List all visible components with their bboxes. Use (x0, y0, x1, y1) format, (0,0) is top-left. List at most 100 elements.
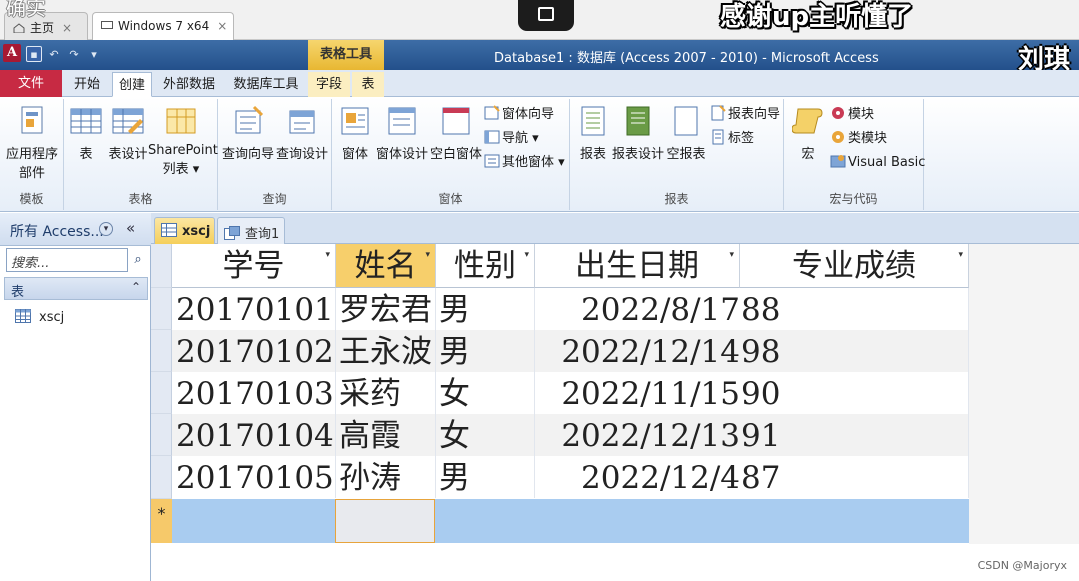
table-icon (70, 105, 102, 137)
chevron-down-icon[interactable]: ▾ (729, 250, 734, 260)
cell-zhuanyechengji[interactable]: 90 (741, 372, 969, 414)
nav-search-input[interactable]: 搜索... (6, 248, 128, 272)
column-header-zhuanyechengji[interactable]: 专业成绩 ▾ (740, 244, 969, 288)
cell-xingbie[interactable]: 男 (439, 456, 535, 498)
report-design-button[interactable]: 报表设计 (612, 105, 664, 162)
tab-home[interactable]: 开始 (62, 72, 112, 97)
cell-xingming[interactable]: 孙涛 (339, 456, 436, 498)
module-icon (830, 105, 846, 121)
tab-query1[interactable]: 查询1 (217, 217, 285, 244)
access-logo-icon[interactable]: A (3, 44, 21, 62)
undo-icon[interactable]: ↶ (46, 47, 62, 63)
column-header-xuehao[interactable]: 学号 ▾ (172, 244, 336, 288)
row-selector[interactable] (151, 288, 172, 330)
tab-table[interactable]: 表 (352, 72, 384, 97)
tab-fields[interactable]: 字段 (308, 72, 350, 97)
select-all-corner[interactable] (151, 244, 172, 288)
module-button[interactable]: 模块 (830, 105, 874, 125)
row-selector[interactable] (151, 414, 172, 456)
chevron-down-icon[interactable]: ▾ (425, 250, 430, 260)
cell-zhuanyechengji[interactable]: 88 (741, 288, 969, 330)
sharepoint-lists-button[interactable]: SharePoint 列表 ▾ (148, 105, 218, 177)
cell-zhuanyechengji[interactable]: 91 (741, 414, 969, 456)
tab-create[interactable]: 创建 (112, 72, 152, 97)
cell-xingming[interactable]: 采药 (339, 372, 436, 414)
chevron-down-icon[interactable]: ▾ (99, 222, 113, 236)
cell-xingbie[interactable]: 男 (439, 288, 535, 330)
table-design-button[interactable]: 表设计 (106, 105, 150, 162)
query-design-button[interactable]: 查询设计 (276, 105, 328, 162)
cell-chushengriqi[interactable]: 2022/12/13 (535, 414, 740, 456)
collapse-pane-icon[interactable]: « (126, 219, 135, 237)
column-header-xingming[interactable]: 姓名 ▾ (336, 244, 436, 288)
cell-chushengriqi[interactable]: 2022/12/14 (535, 330, 740, 372)
cell-chushengriqi[interactable]: 2022/11/15 (535, 372, 740, 414)
cell-xuehao[interactable]: 20170102 (176, 330, 336, 372)
new-record-active-cell[interactable] (335, 499, 435, 543)
query-wizard-button[interactable]: 查询向导 (222, 105, 274, 162)
cell-xingbie[interactable]: 女 (439, 414, 535, 456)
blank-report-icon (670, 105, 702, 137)
empty-area (969, 244, 1079, 544)
report-wizard-button[interactable]: 报表向导 (710, 105, 780, 125)
query-icon (224, 226, 240, 240)
tab-file[interactable]: 文件 (0, 70, 62, 97)
more-forms-button[interactable]: 其他窗体 ▾ (484, 153, 565, 173)
cell-zhuanyechengji[interactable]: 87 (741, 456, 969, 498)
cell-xuehao[interactable]: 20170104 (176, 414, 336, 456)
report-button[interactable]: 报表 (576, 105, 610, 162)
row-selector[interactable] (151, 330, 172, 372)
blank-report-button[interactable]: 空报表 (666, 105, 706, 162)
macro-button[interactable]: 宏 (788, 105, 828, 162)
row-selector[interactable] (151, 456, 172, 499)
pip-button[interactable] (518, 0, 574, 31)
close-icon[interactable]: × (62, 21, 72, 35)
chevron-down-icon[interactable]: ▾ (325, 250, 330, 260)
cell-chushengriqi[interactable]: 2022/8/17 (535, 288, 740, 330)
cell-xingbie[interactable]: 女 (439, 372, 535, 414)
close-icon[interactable]: × (217, 19, 227, 33)
column-header-chushengriqi[interactable]: 出生日期 ▾ (535, 244, 740, 288)
column-header-xingbie[interactable]: 性别 ▾ (436, 244, 535, 288)
cell-xingbie[interactable]: 男 (439, 330, 535, 372)
navigation-button[interactable]: 导航 ▾ (484, 129, 539, 149)
form-design-button[interactable]: 窗体设计 (376, 105, 428, 162)
tab-external-data[interactable]: 外部数据 (154, 72, 224, 97)
customize-toolbar-icon[interactable]: ▾ (86, 47, 102, 63)
visual-basic-button[interactable]: Visual Basic (830, 153, 925, 173)
cell-xuehao[interactable]: 20170101 (176, 288, 336, 330)
nav-item-xscj[interactable]: xscj (15, 309, 64, 329)
labels-button[interactable]: 标签 (710, 129, 754, 149)
table-button[interactable]: 表 (68, 105, 104, 162)
app-parts-button[interactable]: 应用程序 部件 (6, 105, 58, 181)
collapse-section-icon[interactable]: ⌃ (131, 280, 141, 294)
cell-xuehao[interactable]: 20170103 (176, 372, 336, 414)
chevron-down-icon: ▾ (528, 131, 539, 146)
chevron-down-icon[interactable]: ▾ (958, 250, 963, 260)
table-icon (161, 223, 177, 237)
new-record-row[interactable] (172, 499, 969, 543)
nav-section-tables[interactable]: 表 ⌃ (4, 277, 148, 300)
host-tab-vm[interactable]: Windows 7 x64 × (92, 12, 234, 40)
tab-database-tools[interactable]: 数据库工具 (226, 72, 306, 97)
class-module-button[interactable]: 类模块 (830, 129, 887, 149)
cell-xingming[interactable]: 王永波 (339, 330, 436, 372)
ribbon-tab-bar: 文件 开始 创建 外部数据 数据库工具 字段 表 (0, 70, 1079, 97)
cell-xingming[interactable]: 高霞 (339, 414, 436, 456)
cell-zhuanyechengji[interactable]: 98 (741, 330, 969, 372)
cell-chushengriqi[interactable]: 2022/12/4 (535, 456, 740, 498)
row-selector[interactable] (151, 372, 172, 414)
cell-xingming[interactable]: 罗宏君 (339, 288, 436, 330)
redo-icon[interactable]: ↷ (66, 47, 82, 63)
blank-form-button[interactable]: 空白窗体 (430, 105, 482, 162)
chevron-down-icon[interactable]: ▾ (524, 250, 529, 260)
nav-pane-header[interactable]: 所有 Access... ▾ « (0, 213, 151, 246)
save-icon[interactable]: ▪ (26, 46, 42, 62)
form-button[interactable]: 窗体 (338, 105, 372, 162)
report-icon (577, 105, 609, 137)
form-wizard-button[interactable]: 窗体向导 (484, 105, 554, 125)
cell-xuehao[interactable]: 20170105 (176, 456, 336, 498)
search-icon[interactable]: ⌕ (129, 248, 147, 272)
new-record-marker[interactable]: * (151, 499, 172, 543)
tab-xscj[interactable]: xscj (154, 217, 215, 244)
